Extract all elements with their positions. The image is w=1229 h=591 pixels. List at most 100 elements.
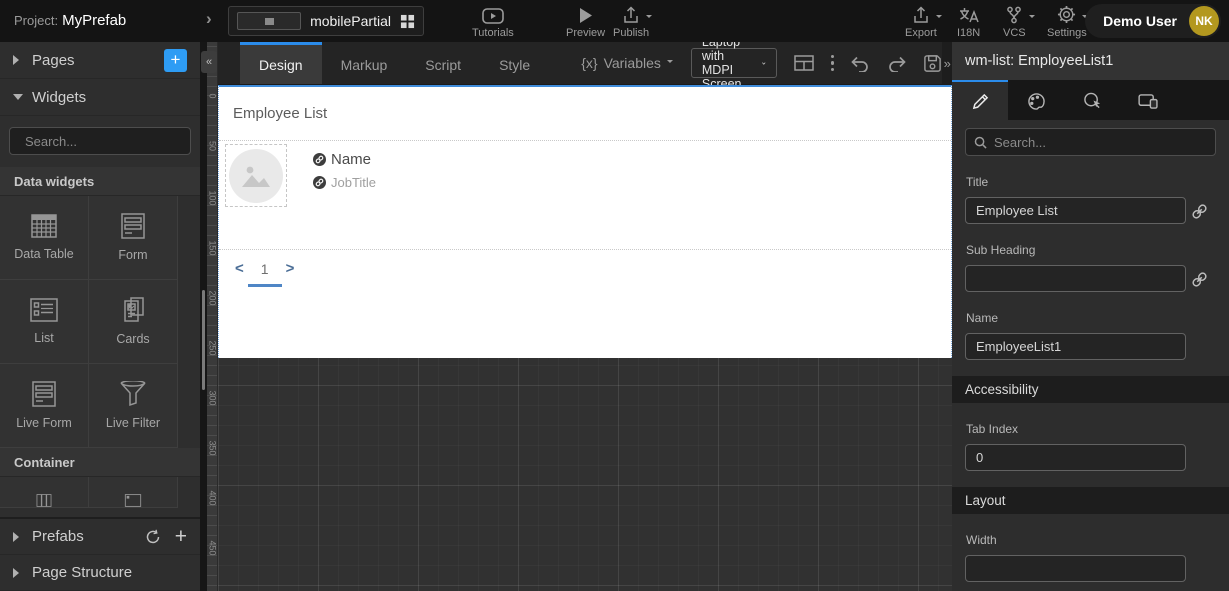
layout-split-button[interactable] [794, 55, 814, 71]
expand-panel-button[interactable]: » [942, 42, 952, 84]
collapse-sidebar-button[interactable]: « [201, 51, 217, 73]
collapsed-arrow-icon [13, 532, 24, 542]
tab-events[interactable] [1064, 80, 1120, 120]
width-label: Width [966, 533, 1216, 547]
widget-form[interactable]: Form [89, 196, 178, 280]
more-options-button[interactable] [831, 55, 835, 72]
sidebar-scrollbar[interactable] [200, 42, 207, 591]
list-widget[interactable]: Name JobTitle [219, 140, 951, 250]
device-select[interactable]: Laptop with MDPI Screen [691, 48, 777, 78]
avatar: NK [1189, 6, 1219, 36]
tab-devices[interactable] [1120, 80, 1176, 120]
ruler-label: 50 [208, 141, 218, 152]
title-field[interactable] [965, 197, 1186, 224]
panel-icon [119, 494, 147, 507]
i18n-button[interactable]: I18N [957, 5, 980, 39]
design-canvas[interactable]: Employee List Name [218, 85, 952, 591]
sidebar-item-widgets[interactable]: Widgets [0, 79, 200, 116]
variables-icon: {x} [581, 55, 597, 71]
widget-live-filter[interactable]: Live Filter [89, 364, 178, 448]
tab-properties[interactable] [952, 80, 1008, 120]
widget-panel[interactable] [89, 477, 178, 508]
redo-button[interactable] [887, 55, 906, 72]
palette-icon [1027, 93, 1046, 110]
preview-icon [579, 5, 593, 24]
tab-style[interactable]: Style [480, 42, 549, 84]
undo-button[interactable] [851, 55, 870, 72]
cards-icon [121, 297, 145, 323]
tab-styles[interactable] [1008, 80, 1064, 120]
ruler-label: 0 [208, 91, 218, 102]
link-icon [1191, 203, 1208, 220]
vertical-ruler: 0 50 100 150 200 250 300 350 400 450 [207, 42, 218, 591]
publish-icon [622, 5, 640, 24]
tab-markup[interactable]: Markup [322, 42, 407, 84]
cursor-click-icon [1083, 92, 1102, 110]
tabindex-field[interactable] [965, 444, 1186, 471]
tab-script[interactable]: Script [406, 42, 480, 84]
subheading-label: Sub Heading [966, 243, 1216, 257]
sidebar-item-page-structure[interactable]: Page Structure [0, 555, 200, 591]
add-prefab-button[interactable]: + [175, 525, 187, 549]
widget-list[interactable]: List [0, 280, 89, 364]
widget-data-table[interactable]: Data Table [0, 196, 89, 280]
bind-title-button[interactable] [1191, 203, 1208, 220]
page-number[interactable]: 1 [257, 261, 273, 277]
export-icon [912, 5, 930, 24]
widget-cards[interactable]: Cards [89, 280, 178, 364]
list-title-widget[interactable]: Employee List [233, 105, 327, 122]
tutorials-icon [482, 5, 504, 24]
partial-page[interactable]: Employee List Name [218, 85, 952, 358]
widget-live-form[interactable]: Live Form [0, 364, 89, 448]
expanded-arrow-icon [13, 94, 23, 105]
preview-button[interactable]: Preview [566, 5, 605, 39]
sidebar-item-prefabs[interactable]: Prefabs + [0, 519, 200, 555]
save-button[interactable] [923, 54, 942, 73]
publish-button[interactable]: Publish [613, 5, 649, 39]
name-label: Name [966, 311, 1216, 325]
list-item-name[interactable]: Name [313, 151, 376, 168]
refresh-icon[interactable] [145, 529, 161, 545]
settings-button[interactable]: Settings [1047, 5, 1087, 39]
name-field[interactable] [965, 333, 1186, 360]
list-item-jobtitle[interactable]: JobTitle [313, 175, 376, 190]
canvas-column: Design Markup Script Style {x} Variables… [218, 42, 952, 591]
list-pagination: < 1 > [235, 260, 294, 277]
scrollbar-thumb[interactable] [202, 290, 205, 390]
sidebar-item-pages[interactable]: Pages + [0, 42, 200, 79]
tab-design[interactable]: Design [240, 42, 322, 84]
breadcrumb-chevron-icon: › [206, 9, 212, 29]
topbar: Project:MyPrefab › mobilePartial Tutoria… [0, 0, 1229, 42]
i18n-icon [959, 5, 979, 24]
widget-grid: Data Table Form List Cards [0, 196, 200, 448]
add-page-button[interactable]: + [164, 49, 187, 72]
vcs-button[interactable]: VCS [1003, 5, 1026, 39]
ruler-label: 200 [208, 291, 218, 302]
ruler-label: 350 [208, 441, 218, 452]
tutorials-button[interactable]: Tutorials [472, 5, 514, 39]
title-label: Title [966, 175, 1216, 189]
widget-search-input[interactable] [25, 134, 200, 149]
grid-icon[interactable] [400, 14, 415, 29]
tabindex-label: Tab Index [966, 422, 1216, 436]
live-form-icon [31, 381, 57, 407]
device-icon [1138, 94, 1159, 109]
bind-subheading-button[interactable] [1191, 271, 1208, 288]
width-field[interactable] [965, 555, 1186, 582]
data-table-icon [31, 214, 57, 238]
canvas-toolbar: Design Markup Script Style {x} Variables… [218, 42, 952, 85]
page-selector[interactable]: mobilePartial [228, 6, 424, 36]
subheading-field[interactable] [965, 265, 1186, 292]
properties-search-input[interactable] [994, 135, 1207, 150]
properties-search [965, 128, 1216, 156]
properties-panel: wm-list: EmployeeList1 [952, 42, 1229, 591]
widget-layout[interactable] [0, 477, 89, 508]
user-menu[interactable]: Demo User NK [1085, 4, 1221, 38]
variables-dropdown[interactable]: {x} Variables [581, 42, 673, 84]
accessibility-section-header: Accessibility [952, 376, 1229, 403]
ruler-label: 100 [208, 191, 218, 202]
export-button[interactable]: Export [905, 5, 937, 39]
previous-page-button[interactable]: < [235, 260, 244, 277]
list-item-picture[interactable] [225, 144, 287, 207]
next-page-button[interactable]: > [286, 260, 295, 277]
